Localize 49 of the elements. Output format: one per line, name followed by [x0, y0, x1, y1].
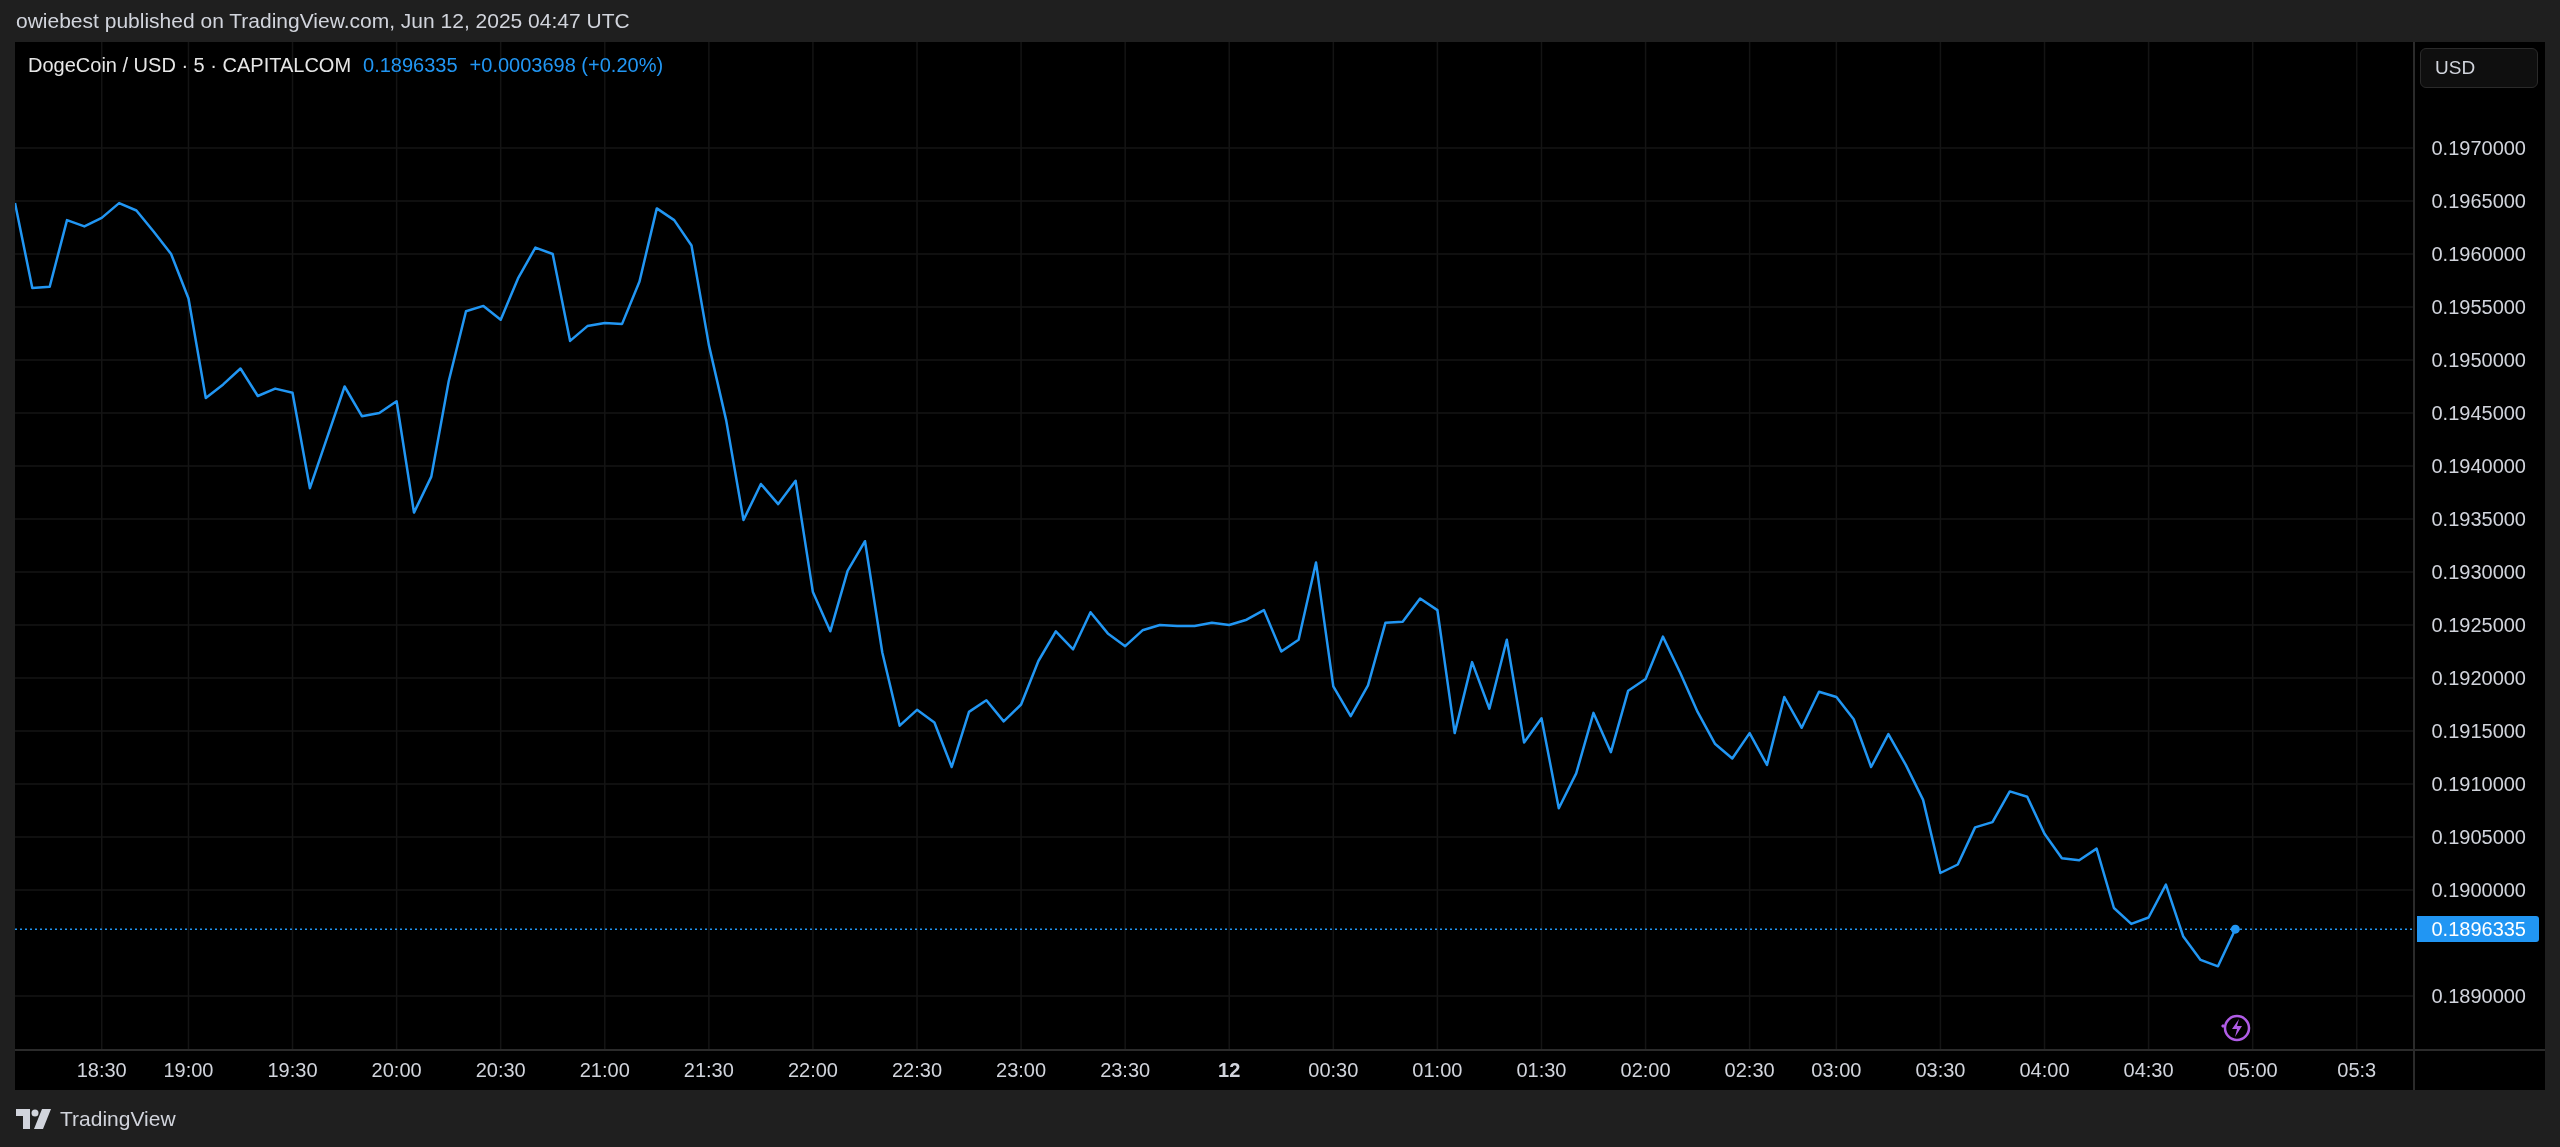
time-axis-label: 19:00 [163, 1059, 214, 1081]
time-axis-label: 02:30 [1724, 1059, 1775, 1081]
lightning-icon[interactable] [2221, 1014, 2251, 1042]
last-price: 0.1896335 [363, 54, 458, 77]
price-axis-label: 0.1940000 [2431, 454, 2526, 477]
price-axis-label: 0.1930000 [2431, 560, 2526, 583]
last-price-label: 0.1896335 [2417, 916, 2539, 943]
price-axis-label: 0.1950000 [2431, 349, 2526, 371]
price-axis-label: 0.1935000 [2431, 507, 2526, 530]
price-axis-label: 0.1945000 [2431, 402, 2526, 424]
time-axis-label: 02:00 [1620, 1059, 1671, 1081]
price-axis-label: 0.1970000 [2431, 137, 2526, 159]
time-axis-label: 03:30 [1915, 1059, 1966, 1081]
time-axis-label: 03:00 [1811, 1059, 1862, 1081]
price-axis-label: 0.1915000 [2431, 719, 2526, 742]
time-axis-label: 04:30 [2123, 1059, 2174, 1081]
time-axis-label: 19:30 [267, 1059, 318, 1081]
currency-button[interactable]: USD [2420, 48, 2538, 88]
price-axis-label: 0.1890000 [2431, 984, 2526, 1007]
price-axis-label: 0.1955000 [2431, 296, 2526, 318]
time-axis-label: 05:00 [2227, 1059, 2278, 1081]
logo-icon [16, 1108, 52, 1129]
price-axis-label: 0.1920000 [2431, 666, 2526, 689]
last-price-dot [2230, 924, 2240, 934]
time-axis-label: 04:00 [2019, 1059, 2070, 1081]
time-axis-label: 00:30 [1308, 1059, 1359, 1081]
time-axis-label: 23:30 [1100, 1059, 1151, 1081]
time-axis-label: 01:00 [1412, 1059, 1463, 1081]
time-axis-label: 12 [1218, 1059, 1241, 1081]
time-axis-label: 22:00 [787, 1059, 838, 1081]
time-axis-label: 21:30 [683, 1059, 734, 1081]
time-axis-label: 20:30 [475, 1059, 526, 1081]
price-axis-label: 0.1965000 [2431, 190, 2526, 212]
time-axis-label: 05:3 [2337, 1059, 2377, 1081]
price-change: +0.0003698 (+0.20%) [469, 54, 664, 77]
publish-byline: owiebest published on TradingView.com, Jun 12, 2025 04:47 UTC [16, 9, 630, 33]
time-axis-label: 22:30 [892, 1059, 943, 1081]
price-axis-label: 0.1960000 [2431, 243, 2526, 265]
price-axis-label: 0.1905000 [2431, 825, 2526, 848]
time-axis-label: 18:30 [76, 1059, 127, 1081]
brand-name: TradingView [60, 1106, 176, 1131]
time-axis-label: 01:30 [1516, 1059, 1567, 1081]
time-axis-label: 20:00 [371, 1059, 422, 1081]
price-axis-label: 0.1925000 [2431, 613, 2526, 636]
price-axis-label: 0.1910000 [2431, 772, 2526, 795]
time-axis-label: 21:00 [579, 1059, 630, 1081]
symbol-title: DogeCoin / USD · 5 · CAPITALCOM [28, 54, 352, 77]
time-axis-label: 23:00 [996, 1059, 1047, 1081]
price-axis-label: 0.1900000 [2431, 878, 2526, 901]
